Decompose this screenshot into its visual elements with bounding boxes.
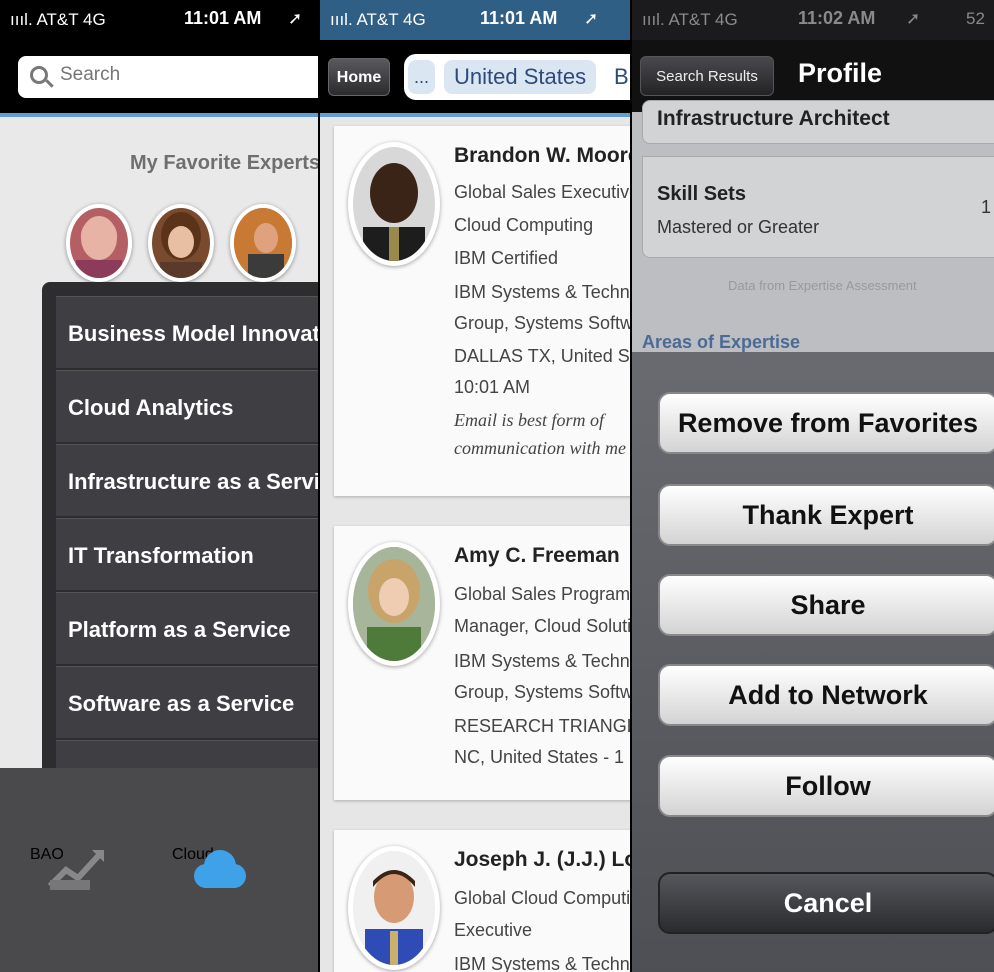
menu-item[interactable]: Software as a Service	[56, 666, 318, 738]
search-input[interactable]	[60, 64, 310, 86]
remove-favorite-button[interactable]: Remove from Favorites	[658, 392, 994, 454]
search-icon	[30, 66, 48, 84]
job-box: Infrastructure Architect	[642, 100, 994, 144]
expert-detail: Manager, Cloud Solutions	[454, 616, 630, 636]
portrait-icon	[353, 547, 435, 661]
expert-detail: RESEARCH TRIANGLE PARK	[454, 716, 630, 736]
accent-line	[320, 113, 630, 117]
menu-item[interactable]: Business Model Innovation	[56, 296, 318, 368]
expert-detail: Global Cloud Computing	[454, 888, 630, 908]
expert-card[interactable]: Brandon W. Moore Global Sales Executive …	[334, 126, 630, 496]
cancel-button[interactable]: Cancel	[658, 872, 994, 934]
back-button[interactable]: Search Results	[640, 56, 774, 96]
accent-line	[0, 113, 318, 117]
menu-item[interactable]: IT Transformation	[56, 518, 318, 590]
status-bar: ıııl. AT&T 4G 11:02 AM ➚ 52	[632, 0, 994, 40]
breadcrumb: ... United States B	[404, 54, 630, 100]
expert-detail: NC, United States - 1	[454, 747, 625, 767]
breadcrumb-item[interactable]: B	[604, 60, 630, 94]
favorites-screen: ıııl. AT&T 4G 11:01 AM ➚ My Favorite Exp…	[0, 0, 318, 972]
expert-photo	[348, 846, 440, 970]
home-button[interactable]: Home	[328, 58, 390, 96]
expert-detail: IBM Systems & Techn	[454, 954, 630, 972]
share-button[interactable]: Share	[658, 574, 994, 636]
expert-name: Joseph J. (J.J.) Lo	[454, 848, 630, 871]
clock: 11:01 AM	[480, 8, 558, 28]
expert-photo	[348, 142, 440, 266]
breadcrumb-item[interactable]: United States	[444, 60, 597, 94]
data-source-note: Data from Expertise Assessment	[728, 278, 917, 293]
nav-bar: Home ... United States B	[320, 40, 630, 115]
menu-item[interactable]: Cloud Analytics	[56, 370, 318, 442]
category-menu: Business Model Innovation Cloud Analytic…	[42, 282, 318, 850]
expert-detail: Cloud Computing	[454, 215, 594, 235]
expert-detail: Executive	[454, 920, 533, 940]
skill-sets-value: Mastered or Greater	[657, 217, 820, 237]
expert-detail: DALLAS TX, United States	[454, 346, 630, 366]
expert-name: Brandon W. Moore	[454, 144, 630, 167]
action-sheet: Remove from Favorites Thank Expert Share…	[632, 352, 994, 972]
clock: 11:01 AM	[184, 8, 262, 28]
expert-detail: 10:01 AM	[454, 377, 531, 397]
favorite-avatar[interactable]	[148, 204, 214, 282]
search-results-screen: ıııl. AT&T 4G 11:01 AM ➚ Home ... United…	[320, 0, 630, 972]
skill-sets-label: Skill Sets	[657, 183, 746, 205]
expert-detail: IBM Certified	[454, 248, 559, 268]
expert-detail: Group, Systems Software	[454, 682, 630, 702]
menu-item[interactable]: Platform as a Service	[56, 592, 318, 664]
avatar-face-icon	[76, 216, 122, 278]
menu-item[interactable]: Infrastructure as a Service	[56, 444, 318, 516]
tab-bar: BAO Cloud	[0, 768, 318, 972]
location-icon: ➚	[906, 9, 921, 28]
avatar-face-icon	[234, 208, 292, 278]
favorite-avatar[interactable]	[66, 204, 132, 282]
expert-name: Amy C. Freeman	[454, 544, 620, 567]
page-title: Profile	[798, 58, 883, 88]
expert-photo	[348, 542, 440, 666]
favorites-title: My Favorite Experts	[130, 152, 318, 174]
add-to-network-button[interactable]: Add to Network	[658, 664, 994, 726]
skill-box[interactable]: Skill Sets Mastered or Greater 1	[642, 156, 994, 258]
expert-card[interactable]: Joseph J. (J.J.) Lo Global Cloud Computi…	[334, 830, 630, 972]
tab-cloud[interactable]: Cloud	[172, 846, 272, 966]
skill-count: 1	[981, 197, 992, 217]
tab-bao[interactable]: BAO	[30, 846, 130, 966]
expert-card[interactable]: Amy C. Freeman Global Sales Program Mana…	[334, 526, 630, 800]
breadcrumb-more[interactable]: ...	[408, 60, 436, 94]
avatar-face-icon	[160, 212, 202, 278]
clock: 11:02 AM	[798, 8, 876, 28]
follow-button[interactable]: Follow	[658, 755, 994, 817]
expert-note: Email is best form of	[454, 410, 605, 430]
carrier-label: ıııl. AT&T 4G	[642, 10, 738, 29]
expert-detail: Global Sales Executive	[454, 182, 630, 202]
location-icon: ➚	[288, 9, 303, 28]
thank-expert-button[interactable]: Thank Expert	[658, 484, 994, 546]
expert-detail: Global Sales Program	[454, 584, 630, 604]
carrier-label: ıııl. AT&T 4G	[330, 10, 426, 29]
chart-growth-icon	[47, 850, 104, 890]
expert-note: communication with me	[454, 438, 626, 458]
search-field[interactable]	[18, 56, 318, 98]
battery-level: 52	[966, 9, 985, 28]
search-bar	[0, 40, 318, 115]
portrait-icon	[363, 163, 425, 261]
portrait-icon	[353, 851, 435, 965]
areas-heading: Areas of Expertise	[642, 332, 801, 352]
status-bar: ıııl. AT&T 4G 11:01 AM ➚	[0, 0, 318, 40]
cloud-icon	[194, 850, 246, 888]
carrier-label: ıııl. AT&T 4G	[10, 10, 106, 29]
favorite-avatar[interactable]	[230, 204, 296, 282]
expert-detail: Group, Systems Software	[454, 313, 630, 333]
location-icon: ➚	[584, 9, 599, 28]
status-bar: ıııl. AT&T 4G 11:01 AM ➚	[320, 0, 630, 40]
profile-screen: ıııl. AT&T 4G 11:02 AM ➚ 52 Search Resul…	[632, 0, 994, 972]
expert-detail: IBM Systems & Technology	[454, 651, 630, 671]
expert-detail: IBM Systems & Technology	[454, 282, 630, 302]
job-title: Infrastructure Architect	[657, 107, 890, 130]
